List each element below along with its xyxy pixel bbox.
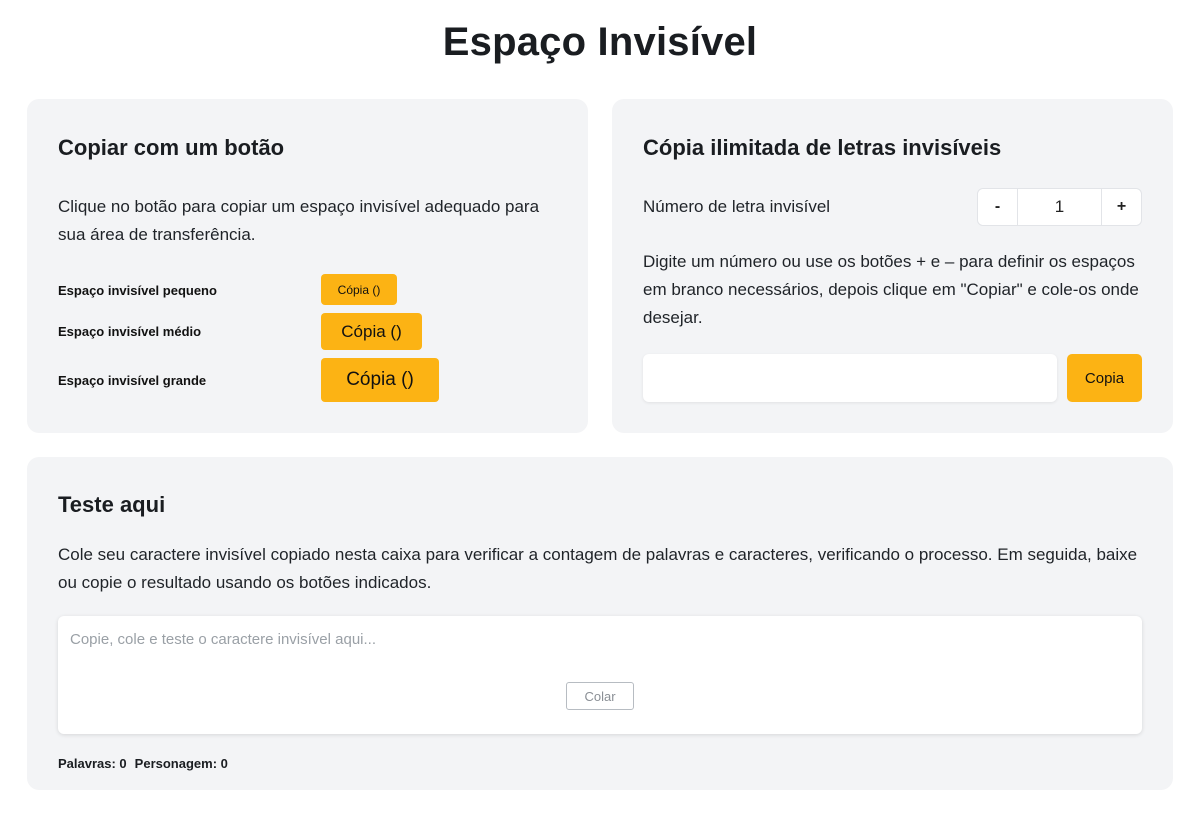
large-space-label: Espaço invisível grande (58, 373, 207, 388)
counts-readout: Palavras: 0 Personagem: 0 (58, 756, 228, 771)
test-textarea[interactable]: Copie, cole e teste o caractere invisíve… (58, 616, 1142, 734)
test-textarea-placeholder: Copie, cole e teste o caractere invisíve… (70, 631, 376, 648)
unlimited-heading: Cópia ilimitada de letras invisíveis (643, 135, 1002, 160)
unlimited-description: Digite um número ou use os botões + e – … (643, 252, 1139, 327)
copy-large-space-button[interactable]: Cópia () (321, 358, 439, 402)
paste-button[interactable]: Colar (566, 682, 634, 710)
copy-one-description: Clique no botão para copiar um espaço in… (58, 197, 540, 244)
copy-unlimited-button[interactable]: Copia (1067, 354, 1142, 402)
word-count: Palavras: 0 (58, 756, 127, 771)
unlimited-copy-card: Cópia ilimitada de letras invisíveis Núm… (612, 99, 1173, 433)
small-space-label: Espaço invisível pequeno (58, 283, 217, 298)
character-count: Personagem: 0 (134, 756, 228, 771)
copy-medium-space-button[interactable]: Cópia () (321, 313, 422, 350)
test-heading: Teste aqui (58, 492, 166, 517)
copy-one-heading: Copiar com um botão (58, 135, 285, 160)
page-title: Espaço Invisível (442, 20, 758, 64)
count-input[interactable] (1018, 189, 1101, 225)
copy-small-space-button[interactable]: Cópia () (321, 274, 397, 305)
decrement-button[interactable]: - (978, 189, 1018, 225)
medium-space-label: Espaço invisível médio (58, 324, 202, 339)
test-card: Teste aqui Cole seu caractere invisível … (27, 457, 1173, 790)
test-description: Cole seu caractere invisível copiado nes… (58, 545, 1138, 592)
count-label: Número de letra invisível (643, 197, 831, 216)
copy-one-card: Copiar com um botão Clique no botão para… (27, 99, 588, 433)
increment-button[interactable]: + (1101, 189, 1141, 225)
count-stepper: - + (977, 188, 1142, 226)
invisible-output-field[interactable] (643, 354, 1057, 402)
